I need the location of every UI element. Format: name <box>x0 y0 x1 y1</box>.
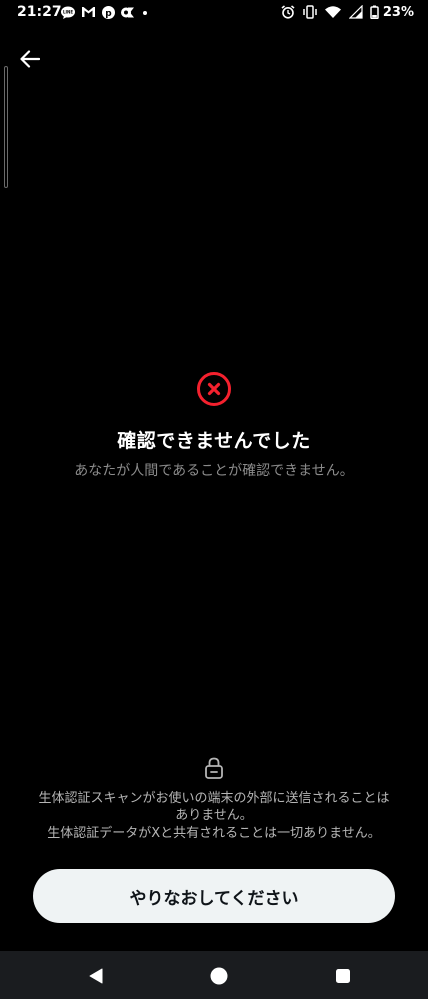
status-bar: 21:27 LINE p 23% <box>0 0 428 26</box>
privacy-notice-line-1: 生体認証スキャンがお使いの端末の外部に送信されることは <box>38 791 390 806</box>
vibrate-icon <box>302 5 318 19</box>
signal-icon <box>348 5 363 19</box>
privacy-notice-line-3: 生体認証データがXと共有されることは一切ありません。 <box>47 826 381 841</box>
triangle-back-icon <box>89 968 103 984</box>
more-notifications-dot-icon <box>141 6 149 19</box>
retry-button[interactable]: やりなおしてください <box>33 869 395 923</box>
system-status-icons: 23% <box>274 4 414 20</box>
circle-home-icon <box>210 967 228 985</box>
pinterest-icon: p <box>102 5 115 19</box>
lock-icon <box>204 757 224 779</box>
error-title: 確認できませんでした <box>117 430 311 452</box>
nav-back-button[interactable] <box>85 965 107 987</box>
svg-text:LINE: LINE <box>63 9 73 14</box>
arrow-left-icon <box>20 50 40 68</box>
gmail-icon <box>81 6 96 18</box>
error-x-circle-icon <box>196 371 232 407</box>
nav-recents-button[interactable] <box>332 965 354 987</box>
app-notification-icon <box>121 6 135 19</box>
battery-icon <box>370 5 379 19</box>
back-button[interactable] <box>16 46 44 72</box>
navigation-bar <box>0 951 428 999</box>
svg-text:p: p <box>105 9 112 19</box>
error-subtitle: あなたが人間であることが確認できません。 <box>74 463 354 479</box>
square-recents-icon <box>336 969 350 983</box>
notification-icons: LINE p <box>61 5 155 19</box>
scrollbar[interactable] <box>4 66 8 188</box>
status-time: 21:27 <box>17 4 62 20</box>
line-icon: LINE <box>61 6 75 19</box>
battery-percent: 23% <box>382 4 414 20</box>
wifi-icon <box>324 5 342 19</box>
nav-home-button[interactable] <box>208 965 230 987</box>
privacy-notice-line-2: ありません。 <box>175 808 253 823</box>
alarm-icon <box>281 5 295 19</box>
